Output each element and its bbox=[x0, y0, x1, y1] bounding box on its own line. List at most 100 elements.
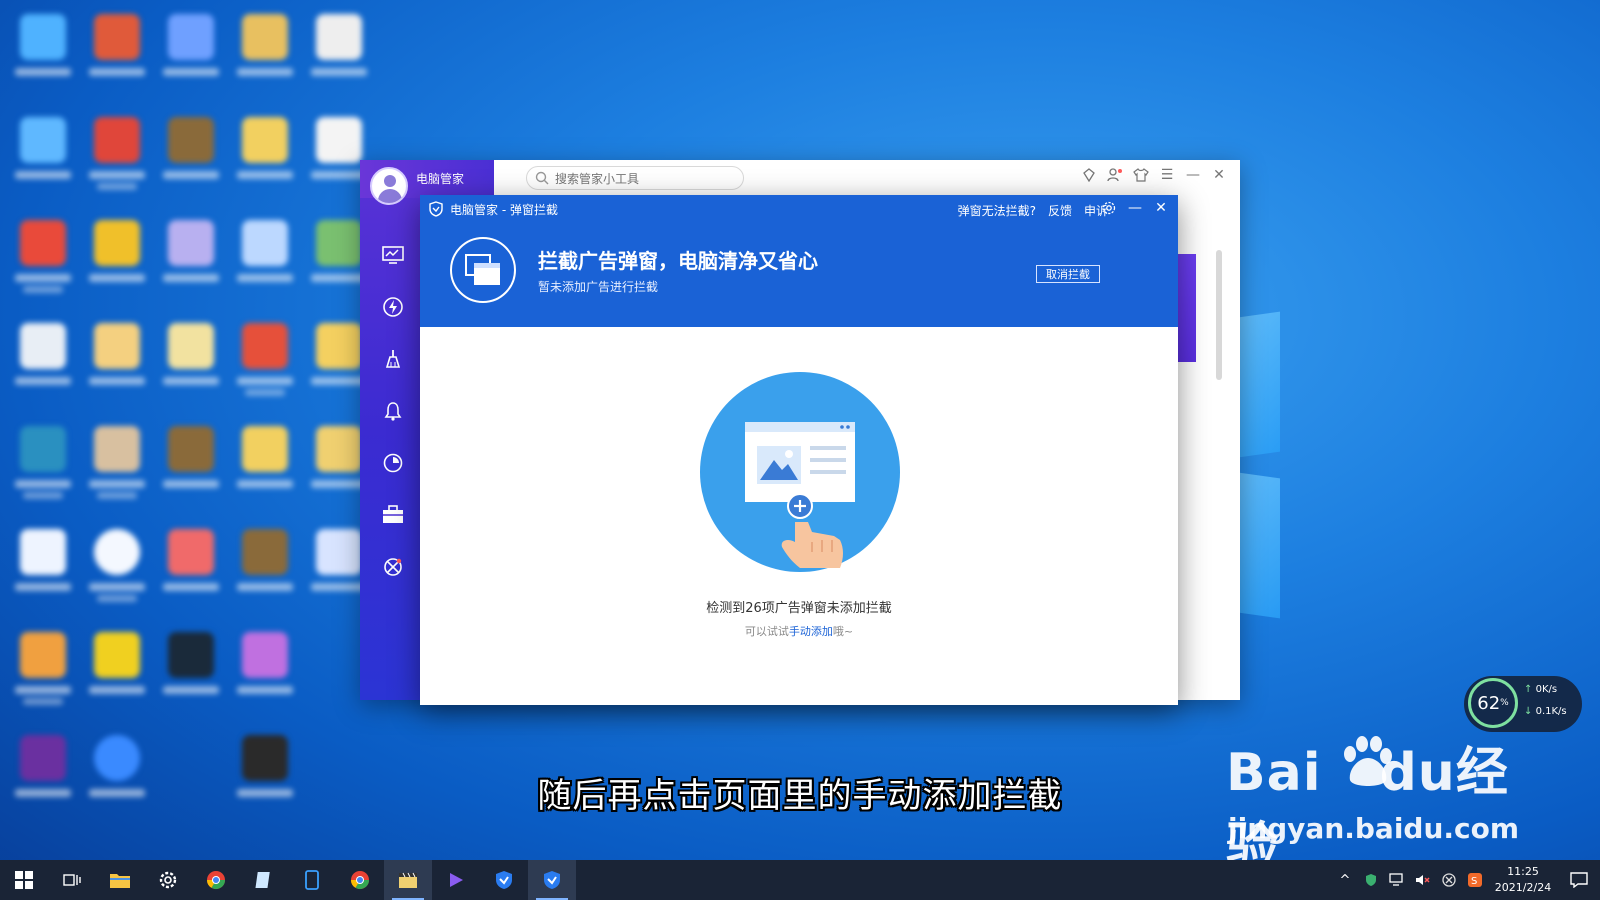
phone-icon bbox=[305, 870, 319, 890]
memory-percent-unit: % bbox=[1500, 698, 1509, 708]
cannot-block-link[interactable]: 弹窗无法拦截? bbox=[958, 202, 1036, 219]
chart-ring-icon[interactable] bbox=[380, 450, 406, 476]
desktop-icon[interactable] bbox=[228, 317, 302, 420]
desktop-icon[interactable] bbox=[228, 626, 302, 729]
minimize-icon[interactable]: — bbox=[1184, 166, 1202, 184]
settings-gear-icon[interactable] bbox=[1100, 199, 1118, 217]
taskbar-media-player[interactable] bbox=[432, 860, 480, 900]
download-arrow-icon: ↓ bbox=[1524, 706, 1533, 717]
desktop-icon[interactable] bbox=[228, 420, 302, 523]
desktop-icon[interactable] bbox=[302, 8, 376, 111]
taskbar-phone-app[interactable] bbox=[288, 860, 336, 900]
bell-icon[interactable] bbox=[380, 398, 406, 424]
desktop-icon[interactable] bbox=[154, 317, 228, 420]
scrollbar[interactable] bbox=[1216, 250, 1222, 380]
tools-icon[interactable] bbox=[380, 554, 406, 580]
start-button[interactable] bbox=[0, 860, 48, 900]
baidu-paw-icon bbox=[1344, 736, 1392, 786]
desktop-icon[interactable] bbox=[154, 8, 228, 111]
desktop-icon[interactable] bbox=[6, 420, 80, 523]
desktop-icon[interactable] bbox=[6, 626, 80, 729]
taskbar-settings[interactable] bbox=[144, 860, 192, 900]
close-icon[interactable]: ✕ bbox=[1210, 166, 1228, 184]
desktop-icon[interactable] bbox=[80, 214, 154, 317]
volume-muted-icon[interactable] bbox=[1410, 873, 1436, 887]
main-header-profile: 电脑管家 bbox=[360, 160, 494, 205]
task-view-icon bbox=[63, 874, 81, 886]
desktop-icon[interactable] bbox=[6, 8, 80, 111]
desktop-icon[interactable] bbox=[6, 214, 80, 317]
desktop-icon[interactable] bbox=[228, 8, 302, 111]
desktop-icon[interactable] bbox=[80, 626, 154, 729]
chrome-icon bbox=[351, 871, 369, 890]
desktop-icon-grid bbox=[0, 0, 367, 860]
desktop-icon[interactable] bbox=[154, 111, 228, 214]
search-input[interactable] bbox=[553, 169, 737, 189]
desktop-icon[interactable] bbox=[154, 626, 228, 729]
add-popup-illustration-icon bbox=[700, 372, 900, 572]
avatar[interactable] bbox=[370, 167, 408, 205]
taskbar-file-explorer[interactable] bbox=[96, 860, 144, 900]
search-box[interactable] bbox=[526, 166, 744, 190]
desktop-icon[interactable] bbox=[228, 111, 302, 214]
taskbar-video-editor[interactable] bbox=[384, 860, 432, 900]
cancel-block-button[interactable]: 取消拦截 bbox=[1036, 265, 1100, 283]
clock-date: 2021/2/24 bbox=[1494, 881, 1552, 894]
chevron-up-icon[interactable]: ^ bbox=[1332, 873, 1358, 888]
desktop-icon[interactable] bbox=[80, 420, 154, 523]
security-tray-icon[interactable] bbox=[1358, 873, 1384, 887]
speed-test-icon[interactable] bbox=[1080, 166, 1098, 184]
pc-manager-shield-icon bbox=[496, 871, 512, 889]
upload-arrow-icon: ↑ bbox=[1524, 684, 1533, 695]
banner-title: 拦截广告弹窗，电脑清净又省心 bbox=[538, 249, 818, 273]
broom-icon[interactable] bbox=[380, 346, 406, 372]
desktop-icon[interactable] bbox=[80, 111, 154, 214]
input-method-icon[interactable]: S bbox=[1462, 872, 1488, 888]
feedback-link[interactable]: 反馈 bbox=[1048, 202, 1072, 219]
notification-center-icon[interactable] bbox=[1558, 860, 1600, 900]
desktop-icon[interactable] bbox=[154, 523, 228, 626]
dialog-minimize-icon[interactable]: — bbox=[1126, 199, 1144, 217]
taskbar-chrome-1[interactable] bbox=[192, 860, 240, 900]
taskbar-notes-app[interactable] bbox=[240, 860, 288, 900]
play-icon bbox=[450, 873, 463, 887]
taskbar-clock[interactable]: 11:25 2021/2/24 bbox=[1488, 864, 1558, 896]
desktop-icon[interactable] bbox=[154, 420, 228, 523]
menu-icon[interactable]: ☰ bbox=[1158, 166, 1176, 184]
shield-icon bbox=[429, 201, 443, 217]
manual-add-link[interactable]: 手动添加 bbox=[789, 625, 833, 638]
baidu-jingyan-watermark: Bai du经验 jingyan.baidu.com bbox=[1226, 730, 1526, 878]
memory-usage-ring: 62% bbox=[1468, 678, 1518, 728]
dialog-close-icon[interactable]: ✕ bbox=[1152, 199, 1170, 217]
gear-icon bbox=[159, 871, 177, 889]
desktop-icon[interactable] bbox=[80, 8, 154, 111]
desktop-icon[interactable] bbox=[6, 523, 80, 626]
task-view-button[interactable] bbox=[48, 860, 96, 900]
desktop-icon[interactable] bbox=[228, 523, 302, 626]
taskbar-pc-manager-1[interactable] bbox=[480, 860, 528, 900]
desktop-icon[interactable] bbox=[154, 214, 228, 317]
popup-blocker-dialog: 电脑管家 - 弹窗拦截 弹窗无法拦截? 反馈 申诉 — ✕ 拦截广告弹窗，电脑清… bbox=[420, 195, 1178, 705]
taskbar-chrome-2[interactable] bbox=[336, 860, 384, 900]
taskbar: ^ S 11:25 2021/2/24 bbox=[0, 860, 1600, 900]
toolbox-icon[interactable] bbox=[380, 502, 406, 528]
status-tray-icon[interactable] bbox=[1436, 873, 1462, 887]
desktop-icon[interactable] bbox=[228, 214, 302, 317]
system-tray: ^ S 11:25 2021/2/24 bbox=[1332, 860, 1600, 900]
desktop-icon[interactable] bbox=[80, 317, 154, 420]
skin-shirt-icon[interactable] bbox=[1132, 166, 1150, 184]
speedup-icon[interactable] bbox=[380, 294, 406, 320]
baidu-url: jingyan.baidu.com bbox=[1228, 812, 1520, 845]
monitor-icon[interactable] bbox=[380, 242, 406, 268]
net-speed-widget[interactable]: 62% ↑ 0K/s ↓ 0.1K/s bbox=[1464, 676, 1582, 732]
folder-icon bbox=[110, 874, 130, 888]
desktop-icon[interactable] bbox=[6, 317, 80, 420]
download-unit: K/s bbox=[1551, 706, 1567, 717]
notes-icon bbox=[255, 872, 270, 888]
taskbar-pc-manager-2[interactable] bbox=[528, 860, 576, 900]
desktop-icon[interactable] bbox=[6, 111, 80, 214]
clapperboard-icon bbox=[399, 872, 417, 888]
user-group-icon[interactable] bbox=[1106, 166, 1124, 184]
desktop-icon[interactable] bbox=[80, 523, 154, 626]
network-icon[interactable] bbox=[1384, 873, 1410, 887]
